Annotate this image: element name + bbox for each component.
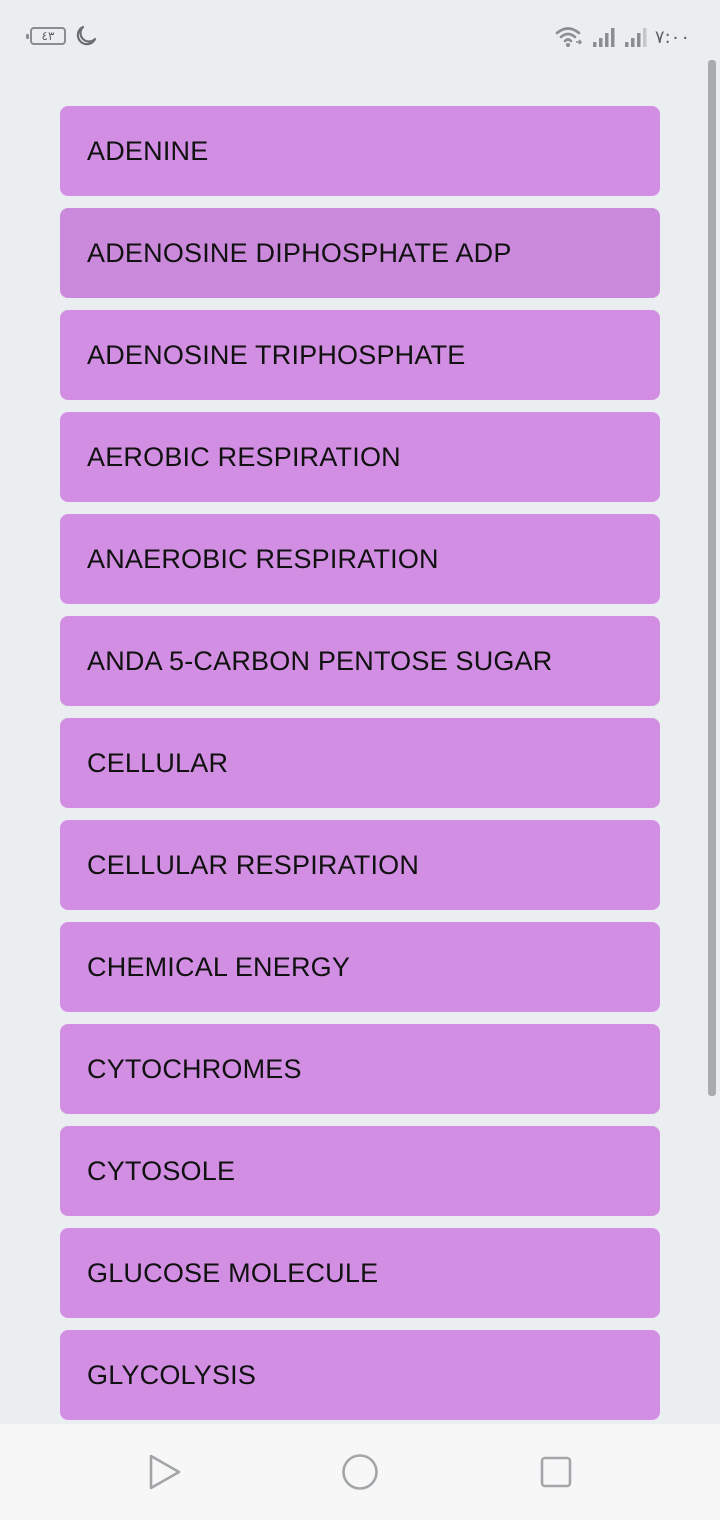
- battery-level: ٤٣: [41, 29, 55, 43]
- list-item[interactable]: AEROBIC RESPIRATION: [60, 412, 660, 502]
- list-item[interactable]: ANDA 5-CARBON PENTOSE SUGAR: [60, 616, 660, 706]
- list-item[interactable]: ADENOSINE TRIPHOSPHATE: [60, 310, 660, 400]
- signal-icon: [624, 28, 647, 47]
- list-item[interactable]: GLYCOLYSIS: [60, 1330, 660, 1420]
- status-left: ٤٣: [26, 22, 98, 50]
- list-item[interactable]: CELLULAR RESPIRATION: [60, 820, 660, 910]
- battery-icon: ٤٣: [26, 27, 66, 45]
- status-time: ٧:٠٠: [654, 26, 690, 48]
- home-icon[interactable]: [340, 1452, 380, 1492]
- list-item[interactable]: GLUCOSE MOLECULE: [60, 1228, 660, 1318]
- list-item[interactable]: ADENOSINE DIPHOSPHATE ADP: [60, 208, 660, 298]
- status-right: ٧:٠٠: [555, 24, 690, 50]
- term-list: ADENINE ADENOSINE DIPHOSPHATE ADP ADENOS…: [60, 106, 660, 1432]
- battery-tip: [26, 34, 29, 39]
- list-item[interactable]: ANAEROBIC RESPIRATION: [60, 514, 660, 604]
- navigation-bar: [0, 1424, 720, 1520]
- status-bar: ٤٣ ٧:٠٠: [0, 0, 720, 72]
- recents-icon[interactable]: [536, 1452, 576, 1492]
- scrollbar[interactable]: [708, 60, 716, 1096]
- signal-icon: [592, 28, 615, 47]
- list-item[interactable]: CYTOCHROMES: [60, 1024, 660, 1114]
- screen: ٤٣ ٧:٠٠ ADENINE ADENOSINE DIPHOSPHATE AD…: [0, 0, 720, 1520]
- list-item[interactable]: ADENINE: [60, 106, 660, 196]
- list-item[interactable]: CELLULAR: [60, 718, 660, 808]
- list-item[interactable]: CYTOSOLE: [60, 1126, 660, 1216]
- list-item[interactable]: CHEMICAL ENERGY: [60, 922, 660, 1012]
- back-icon[interactable]: [144, 1452, 184, 1492]
- moon-icon: [76, 25, 97, 46]
- wifi-icon: [555, 27, 583, 47]
